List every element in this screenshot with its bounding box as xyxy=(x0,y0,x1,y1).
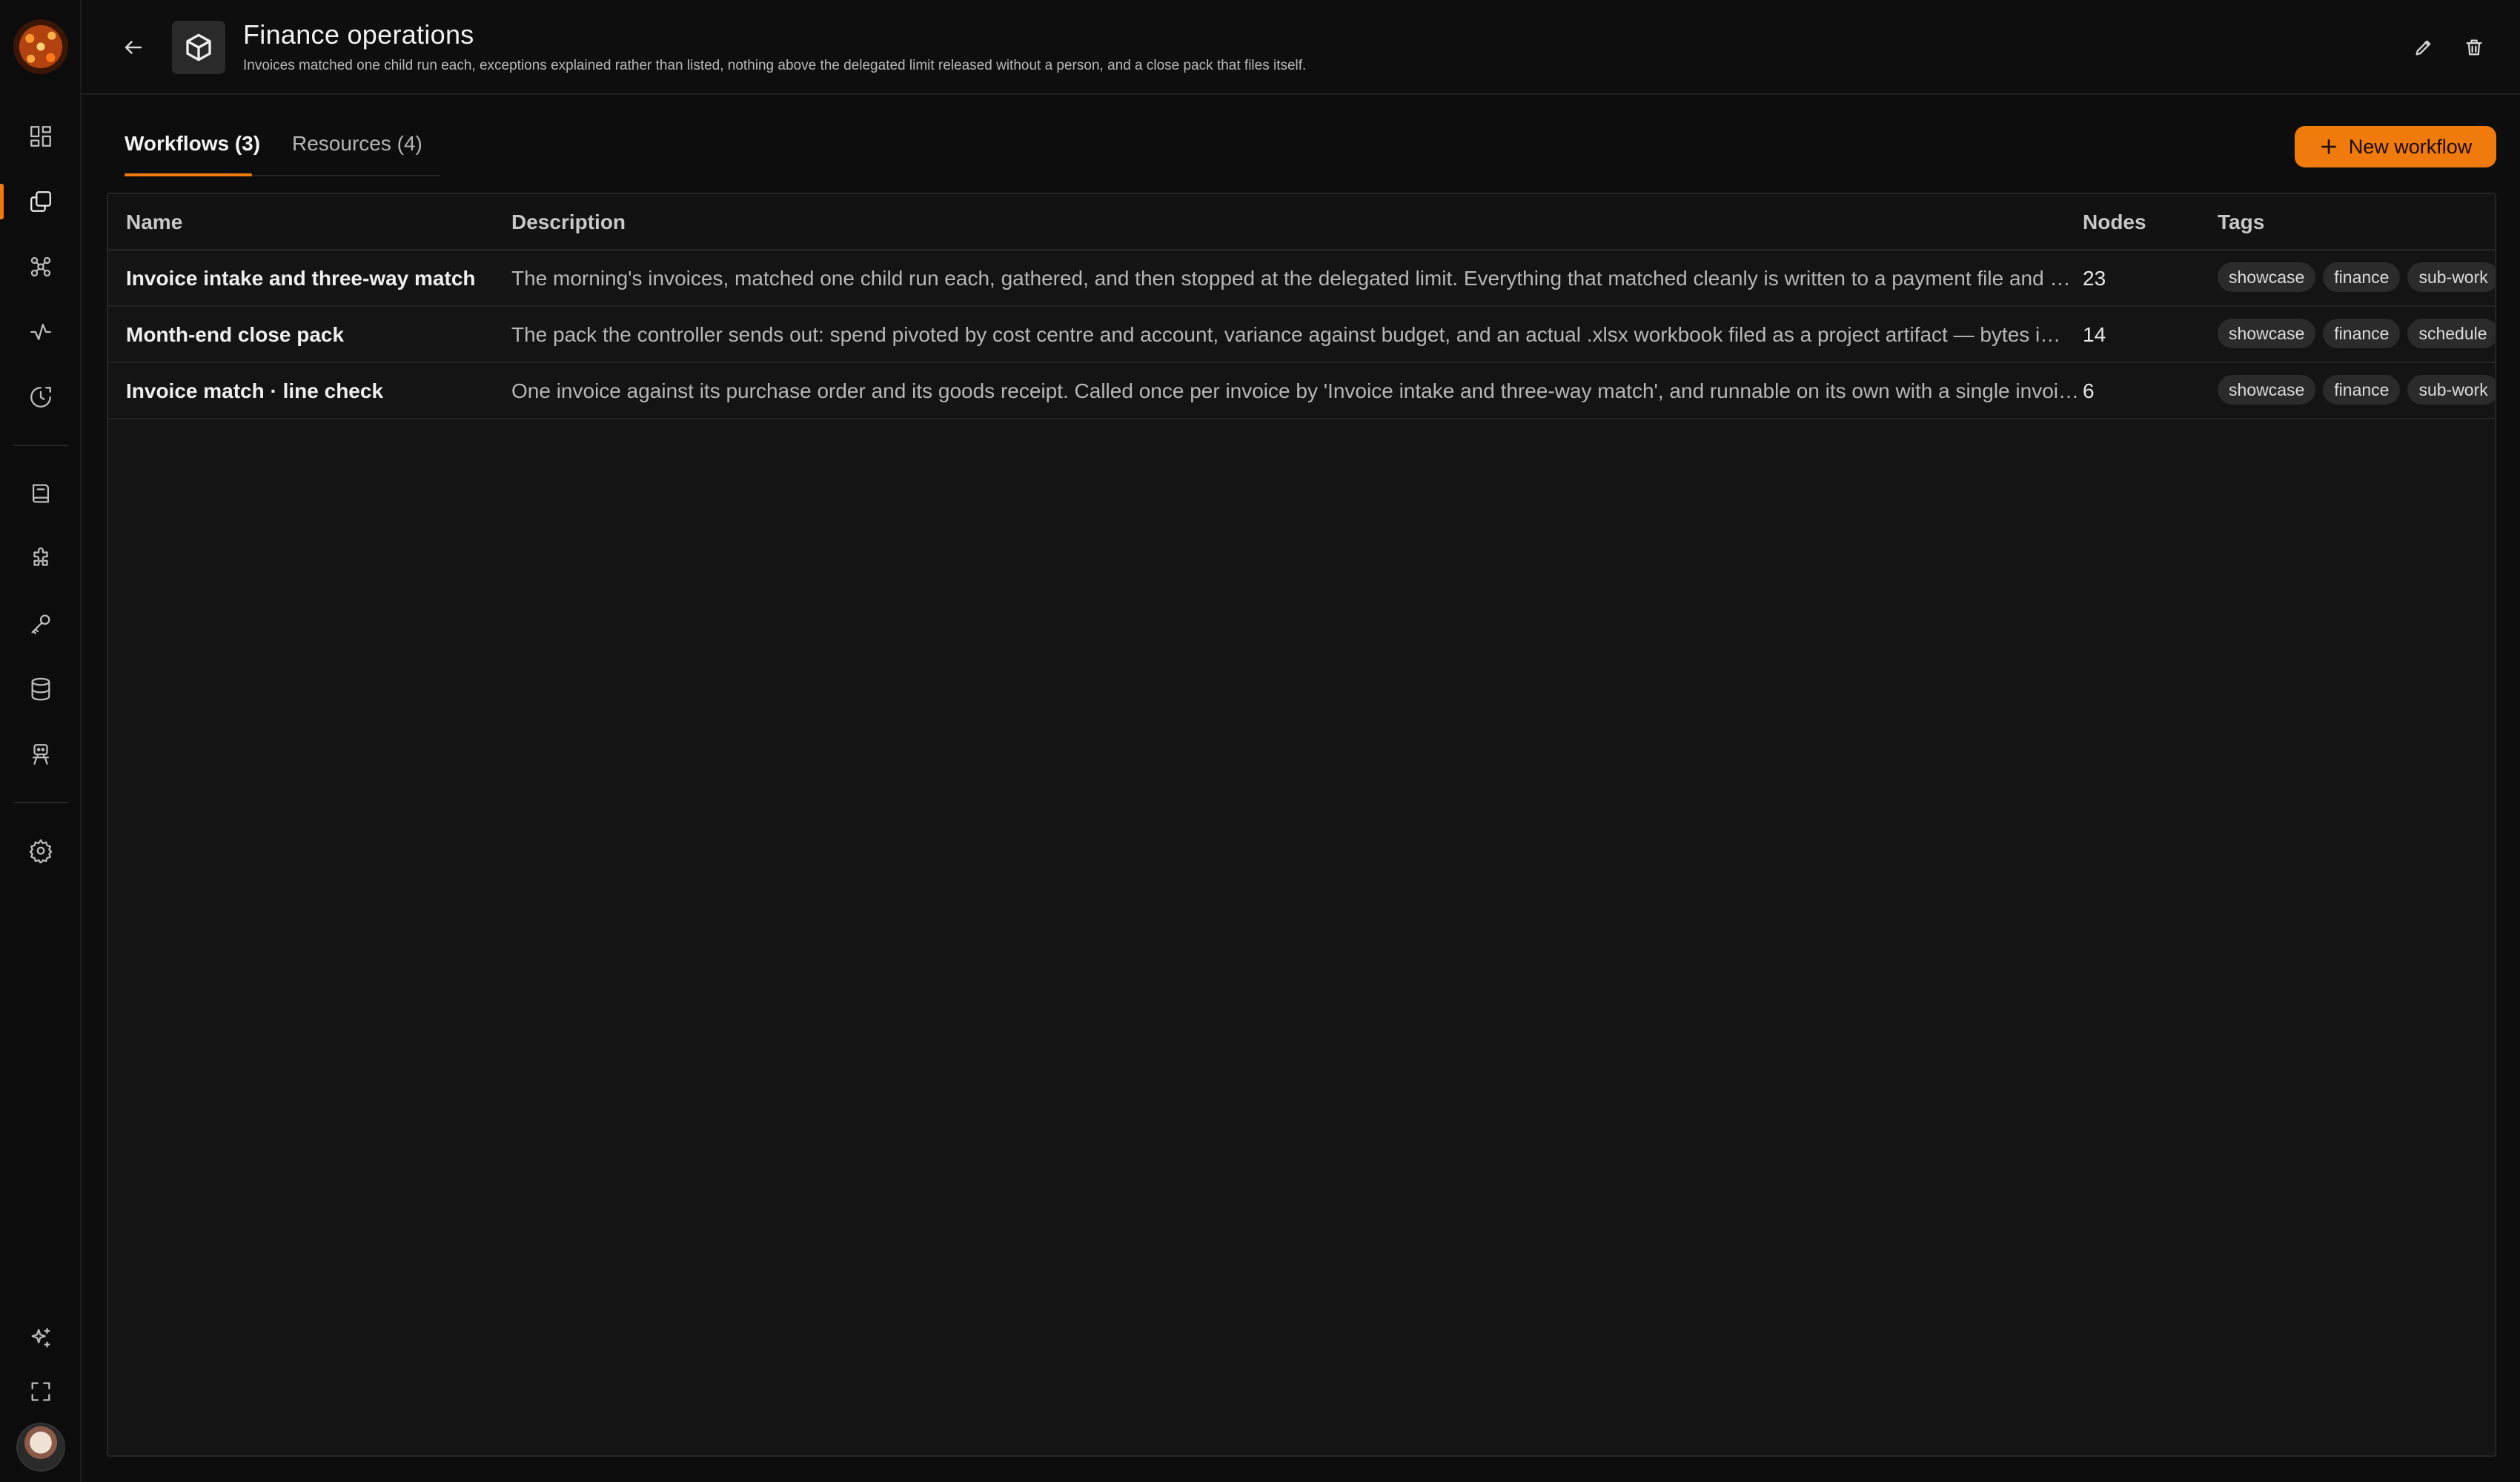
workflow-name[interactable]: Month-end close pack xyxy=(126,323,497,347)
settings-icon xyxy=(29,839,53,863)
keys-icon xyxy=(31,614,50,634)
docs-icon xyxy=(32,484,50,503)
tab-resources[interactable]: Resources (4) xyxy=(292,132,422,156)
sidebar-item-assistant[interactable] xyxy=(0,1315,82,1362)
app-logo[interactable] xyxy=(13,19,68,74)
page-header: Finance operations Invoices matched one … xyxy=(82,0,2520,95)
plus-icon xyxy=(2321,139,2336,154)
workflow-tags: showcase finance sub-work xyxy=(2218,262,2495,292)
sidebar-item-fullscreen[interactable] xyxy=(0,1368,82,1415)
sidebar-divider xyxy=(13,445,68,446)
sidebar-item-docs[interactable] xyxy=(0,470,82,517)
tag-badge: sub-work xyxy=(2407,262,2495,292)
agents-icon xyxy=(32,744,50,765)
column-header-nodes[interactable]: Nodes xyxy=(2083,210,2146,234)
app-root: Finance operations Invoices matched one … xyxy=(0,0,2520,1482)
fullscreen-icon xyxy=(31,1382,50,1401)
delete-button[interactable] xyxy=(2456,30,2492,65)
page-title: Finance operations xyxy=(243,19,474,50)
activity-icon xyxy=(30,323,51,341)
workflow-tags: showcase finance sub-work xyxy=(2218,375,2495,405)
history-icon xyxy=(30,387,51,408)
sidebar-item-history[interactable] xyxy=(0,373,82,421)
back-arrow-icon xyxy=(125,41,142,54)
tag-badge: finance xyxy=(2323,375,2401,405)
tag-badge: showcase xyxy=(2218,319,2316,348)
workflows-table: Name Description Nodes Tags Invoice inta… xyxy=(107,193,2496,1457)
sparkle-icon xyxy=(31,1328,50,1348)
column-header-description[interactable]: Description xyxy=(511,210,626,234)
table-row[interactable]: Invoice intake and three-way match The m… xyxy=(108,250,2495,307)
sidebar-item-integrations[interactable] xyxy=(0,243,82,290)
trash-icon xyxy=(2466,39,2482,56)
dashboard-icon xyxy=(30,126,51,147)
sidebar-item-settings[interactable] xyxy=(0,827,82,874)
tag-badge: showcase xyxy=(2218,262,2316,292)
pencil-icon xyxy=(2415,40,2431,56)
workflow-description: The morning's invoices, matched one chil… xyxy=(511,267,2071,290)
column-header-name[interactable]: Name xyxy=(126,210,182,234)
projects-icon xyxy=(30,191,51,212)
user-avatar[interactable] xyxy=(16,1423,65,1472)
workflow-description: The pack the controller sends out: spend… xyxy=(511,323,2061,346)
new-workflow-button[interactable]: New workflow xyxy=(2295,126,2496,167)
sidebar-item-plugins[interactable] xyxy=(0,535,82,582)
table-row[interactable]: Month-end close pack The pack the contro… xyxy=(108,307,2495,363)
edit-button[interactable] xyxy=(2406,30,2441,65)
workflow-name[interactable]: Invoice match · line check xyxy=(126,379,497,403)
active-tab-indicator xyxy=(125,173,252,176)
workflow-node-count: 23 xyxy=(2083,267,2106,290)
tag-badge: finance xyxy=(2323,319,2401,348)
workflow-node-count: 14 xyxy=(2083,323,2106,346)
table-header: Name Description Nodes Tags xyxy=(108,194,2495,250)
sidebar-item-keys[interactable] xyxy=(0,600,82,648)
tab-workflows[interactable]: Workflows (3) xyxy=(125,132,260,156)
database-icon xyxy=(31,677,50,701)
tag-badge: sub-work xyxy=(2407,375,2495,405)
back-button[interactable] xyxy=(114,28,153,67)
sidebar-item-agents[interactable] xyxy=(0,731,82,778)
cube-icon xyxy=(186,33,211,62)
tab-bar: Workflows (3) Resources (4) xyxy=(125,119,440,176)
sidebar-item-dashboard[interactable] xyxy=(0,113,82,160)
page-subtitle: Invoices matched one child run each, exc… xyxy=(243,58,1307,73)
integrations-icon xyxy=(30,256,51,277)
table-row[interactable]: Invoice match · line check One invoice a… xyxy=(108,363,2495,419)
sidebar-item-projects[interactable] xyxy=(0,178,82,225)
plugins-icon xyxy=(33,547,48,566)
tag-badge: showcase xyxy=(2218,375,2316,405)
tag-badge: schedule xyxy=(2407,319,2495,348)
workflow-name[interactable]: Invoice intake and three-way match xyxy=(126,267,497,290)
column-header-tags[interactable]: Tags xyxy=(2218,210,2264,234)
tag-badge: finance xyxy=(2323,262,2401,292)
sidebar-item-activity[interactable] xyxy=(0,308,82,356)
workflow-node-count: 6 xyxy=(2083,379,2095,402)
workflow-description: One invoice against its purchase order a… xyxy=(511,379,2079,402)
sidebar xyxy=(0,0,82,1482)
sidebar-item-database[interactable] xyxy=(0,665,82,713)
workflow-tags: showcase finance schedule xyxy=(2218,319,2495,348)
sidebar-divider xyxy=(13,802,68,803)
project-icon xyxy=(172,21,225,74)
new-workflow-label: New workflow xyxy=(2348,135,2473,158)
